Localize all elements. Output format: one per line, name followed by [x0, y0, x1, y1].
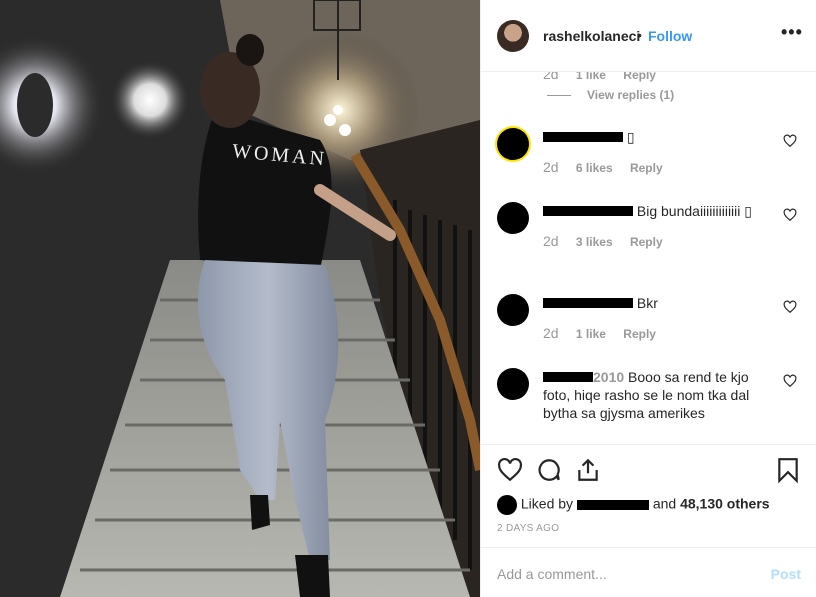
redacted-liker[interactable]	[576, 500, 649, 510]
like-heart-icon[interactable]	[497, 457, 523, 483]
comment-text: Bkr	[636, 295, 658, 311]
share-icon[interactable]	[575, 457, 601, 483]
comment-body: Big bundaiiiiiiiiiiiii ▯ 2d 3 likes Repl…	[543, 202, 773, 251]
heart-icon[interactable]	[783, 134, 797, 148]
comment-avatar[interactable]	[497, 294, 529, 326]
comment-time: 2d	[543, 233, 559, 249]
post-header: rashelkolaneci • Follow •••	[481, 0, 816, 72]
comment-body: 2010 Booo sa rend te kjo foto, hiqe rash…	[543, 368, 773, 422]
comment-avatar[interactable]	[497, 202, 529, 234]
others-link[interactable]: 48,130 others	[680, 496, 770, 512]
post-photo[interactable]: WOMAN	[0, 0, 480, 597]
avatar[interactable]	[497, 20, 529, 52]
comment-username-suffix[interactable]: 2010	[593, 369, 624, 385]
add-comment-bar: Add a comment... Post	[481, 547, 816, 597]
reply-button[interactable]: Reply	[630, 161, 663, 175]
comment-meta: 2d 3 likes Reply	[543, 232, 773, 251]
comment-meta: 2d 1 like Reply	[543, 324, 773, 343]
reply-button[interactable]: Reply	[623, 72, 656, 82]
liked-by-and: and	[652, 495, 677, 512]
view-replies-label: View replies (1)	[587, 88, 675, 102]
comment-input[interactable]: Add a comment...	[497, 566, 607, 582]
comment-time: 2d	[543, 325, 559, 341]
liked-by-prefix: Liked by	[520, 495, 574, 512]
comment-body: ▯ 2d 6 likes Reply	[543, 128, 773, 177]
comment-likes[interactable]: 1 like	[576, 72, 606, 82]
comment-time: 2d	[543, 72, 559, 82]
comments-list[interactable]: 2d 1 like Reply View replies (1) ▯ 2d 6 …	[481, 72, 816, 444]
comment-text: Big bundaiiiiiiiiiiiii ▯	[636, 203, 752, 219]
post-sidebar: rashelkolaneci • Follow ••• 2d 1 like Re…	[480, 0, 816, 597]
username-link[interactable]: rashelkolaneci	[543, 28, 640, 44]
post-button[interactable]: Post	[771, 566, 801, 582]
comment-body: Bkr 2d 1 like Reply	[543, 294, 773, 343]
comment-avatar[interactable]	[497, 128, 529, 160]
comment-meta-partial: 2d 1 like Reply	[543, 72, 670, 82]
reply-button[interactable]: Reply	[630, 235, 663, 249]
follow-button[interactable]: Follow	[648, 28, 692, 44]
separator-dot: •	[637, 27, 642, 43]
more-options-icon[interactable]: •••	[781, 22, 803, 43]
comment-likes[interactable]: 6 likes	[576, 161, 613, 175]
heart-icon[interactable]	[783, 374, 797, 388]
comment-likes[interactable]: 1 like	[576, 327, 606, 341]
post-photo-art: WOMAN	[0, 0, 480, 597]
heart-icon[interactable]	[783, 300, 797, 314]
redacted-username[interactable]	[543, 206, 633, 216]
likes-summary: Liked by and 48,130 others	[497, 495, 797, 515]
redacted-username[interactable]	[543, 132, 623, 142]
reply-button[interactable]: Reply	[623, 327, 656, 341]
comment-avatar[interactable]	[497, 368, 529, 400]
heart-icon[interactable]	[783, 208, 797, 222]
view-replies-button[interactable]: View replies (1)	[547, 88, 674, 102]
comment-likes[interactable]: 3 likes	[576, 235, 613, 249]
redacted-username[interactable]	[543, 298, 633, 308]
post-date[interactable]: 2 DAYS AGO	[497, 523, 559, 534]
comment-icon[interactable]	[536, 457, 562, 483]
comment-meta: 2d 6 likes Reply	[543, 158, 773, 177]
bookmark-icon[interactable]	[777, 457, 799, 483]
liker-avatar[interactable]	[497, 495, 517, 515]
comment-text: ▯	[626, 129, 635, 145]
comment-time: 2d	[543, 159, 559, 175]
redacted-username[interactable]	[543, 372, 593, 382]
